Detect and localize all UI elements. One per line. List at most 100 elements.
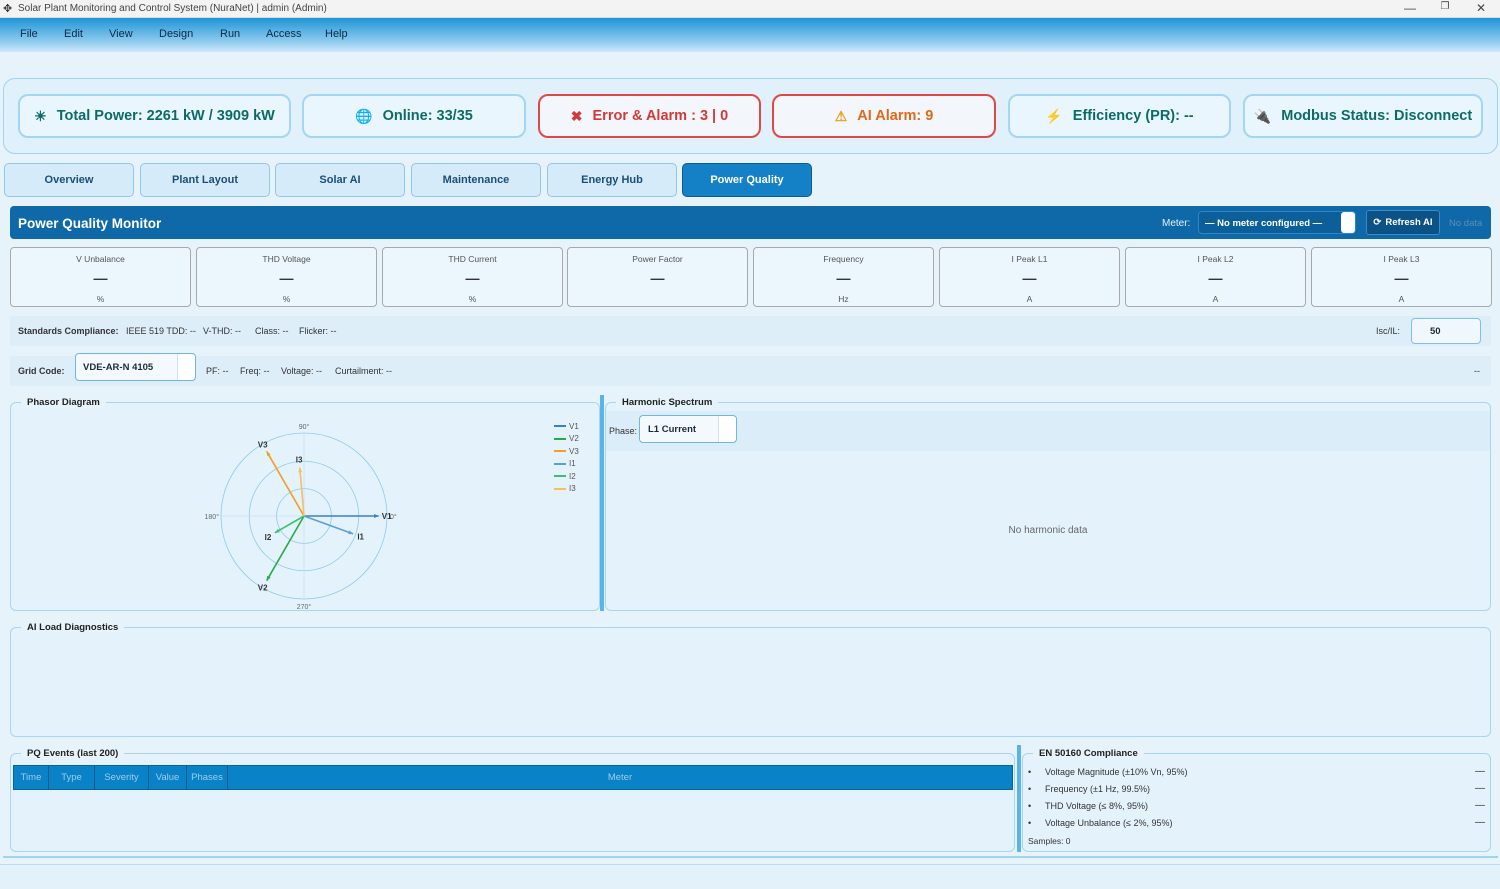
metric-ipeak-l1: I Peak L1 — A (939, 247, 1120, 307)
plug-icon: 🔌 (1253, 107, 1272, 124)
legend-item: I1 (554, 458, 579, 471)
menu-access[interactable]: Access (266, 28, 301, 40)
pq-events-table-header: Time Type Severity Value Phases Meter (13, 765, 1013, 790)
freq-value: Freq: -- (240, 366, 270, 376)
modbus-text: Modbus Status: Disconnect (1281, 108, 1473, 124)
metric-label: I Peak L1 (1011, 254, 1048, 264)
legend-swatch (554, 425, 566, 428)
metric-label: Power Factor (632, 254, 683, 264)
en50160-status: — (1475, 817, 1485, 828)
metric-value: — (836, 270, 851, 286)
error-alarm-card[interactable]: ✖ Error & Alarm : 3 | 0 (538, 94, 761, 138)
menu-design[interactable]: Design (159, 28, 193, 40)
phasor-arrowhead (374, 514, 379, 518)
bullet-icon: • (1028, 784, 1032, 794)
isc-label: Isc/IL: (1376, 326, 1401, 336)
curtailment-value: Curtailment: -- (335, 366, 393, 376)
angle-label: 180° (205, 513, 220, 521)
menu-view[interactable]: View (109, 28, 133, 40)
grid-code-handle[interactable] (177, 354, 195, 380)
phasor-diagram: 90°0°270°180° V1V2V3I1I2I3 (205, 423, 397, 611)
total-power-card: ☀ Total Power: 2261 kW / 3909 kW (18, 94, 291, 138)
phasor-diagram-title: Phasor Diagram (21, 397, 106, 408)
grid-code-select[interactable]: VDE-AR-N 4105 (75, 353, 196, 381)
phase-select[interactable]: L1 Current (639, 415, 737, 443)
metric-thd-voltage: THD Voltage — % (196, 247, 377, 307)
en50160-item-text: THD Voltage (≤ 8%, 95%) (1045, 801, 1148, 811)
metric-label: Frequency (823, 254, 864, 264)
minimize-button[interactable]: — (1398, 1, 1422, 15)
tab-overview[interactable]: Overview (4, 163, 134, 197)
column-severity[interactable]: Severity (95, 766, 149, 789)
legend-swatch (554, 487, 566, 490)
grid-code-label: Grid Code: (18, 366, 65, 376)
menu-help[interactable]: Help (325, 28, 348, 40)
meter-select[interactable]: — No meter configured — (1198, 211, 1356, 234)
harmonic-spectrum-title: Harmonic Spectrum (616, 397, 719, 408)
tab-solar-ai[interactable]: Solar AI (275, 163, 405, 197)
menu-file[interactable]: File (20, 28, 38, 40)
error-alarm-text: Error & Alarm : 3 | 0 (592, 108, 729, 124)
phasor-legend: V1 V2 V3 I1 I2 I3 (554, 420, 579, 495)
metric-value: — (279, 270, 294, 286)
modbus-card: 🔌 Modbus Status: Disconnect (1243, 94, 1483, 138)
online-card: 🌐 Online: 33/35 (302, 94, 526, 138)
tab-power-quality[interactable]: Power Quality (682, 163, 812, 197)
metric-label: I Peak L3 (1383, 254, 1420, 264)
phase-select-handle[interactable] (718, 416, 736, 442)
phasor-arrowhead (348, 530, 354, 535)
meter-select-handle[interactable] (1341, 212, 1355, 233)
phasor-i1 (303, 515, 354, 535)
close-button[interactable]: ✕ (1469, 1, 1493, 15)
metric-label: I Peak L2 (1197, 254, 1234, 264)
restore-button[interactable]: ❐ (1433, 1, 1457, 12)
harmonic-toolbar (606, 411, 1490, 451)
refresh-ai-button[interactable]: ⟳ Refresh AI (1366, 210, 1440, 235)
phasor-v2 (265, 515, 305, 582)
metric-frequency: Frequency — Hz (753, 247, 934, 307)
legend-swatch (554, 437, 566, 440)
metric-label: THD Current (448, 254, 497, 264)
tab-plant-layout[interactable]: Plant Layout (140, 163, 270, 197)
metric-unit: % (468, 294, 477, 304)
legend-item: V1 (554, 420, 579, 433)
window-title: Solar Plant Monitoring and Control Syste… (18, 3, 327, 14)
metric-unit: A (1026, 294, 1033, 304)
en50160-item-text: Frequency (±1 Hz, 99.5%) (1045, 784, 1150, 794)
en50160-item-text: Voltage Unbalance (≤ 2%, 95%) (1045, 818, 1173, 828)
no-harmonic-data: No harmonic data (1008, 525, 1088, 536)
content-divider (3, 856, 1498, 858)
ai-load-diagnostics-title: AI Load Diagnostics (21, 622, 125, 633)
menu-run[interactable]: Run (220, 28, 240, 40)
metric-unit: A (1398, 294, 1405, 304)
panel-splitter[interactable] (1017, 745, 1021, 852)
en50160-samples: Samples: 0 (1028, 836, 1071, 846)
column-meter[interactable]: Meter (228, 766, 1012, 789)
meter-select-value: — No meter configured — (1205, 218, 1323, 229)
refresh-ai-label: Refresh AI (1385, 217, 1433, 228)
menu-edit[interactable]: Edit (64, 28, 83, 40)
metric-unit: % (282, 294, 291, 304)
sun-icon: ☀ (34, 107, 47, 124)
bullet-icon: • (1028, 801, 1032, 811)
tab-energy-hub[interactable]: Energy Hub (547, 163, 677, 197)
globe-icon: 🌐 (355, 107, 373, 124)
ai-alarm-text: AI Alarm: 9 (857, 108, 934, 124)
column-type[interactable]: Type (49, 766, 95, 789)
no-data-label: No data (1449, 218, 1483, 229)
phase-label: Phase: (609, 426, 638, 436)
column-phases[interactable]: Phases (187, 766, 228, 789)
metric-unit: A (1212, 294, 1219, 304)
column-time[interactable]: Time (14, 766, 49, 789)
tab-maintenance[interactable]: Maintenance (411, 163, 541, 197)
total-power-text: Total Power: 2261 kW / 3909 kW (56, 108, 275, 124)
ai-alarm-card[interactable]: ⚠ AI Alarm: 9 (772, 94, 996, 138)
metric-value: — (1022, 270, 1037, 286)
phasor-label: V3 (258, 440, 268, 449)
panel-splitter[interactable] (600, 395, 604, 611)
legend-item: I2 (554, 470, 579, 483)
isc-input[interactable]: 50 (1411, 318, 1481, 344)
efficiency-text: Efficiency (PR): -- (1072, 108, 1194, 124)
column-value[interactable]: Value (149, 766, 187, 789)
warning-icon: ⚠ (834, 107, 848, 124)
